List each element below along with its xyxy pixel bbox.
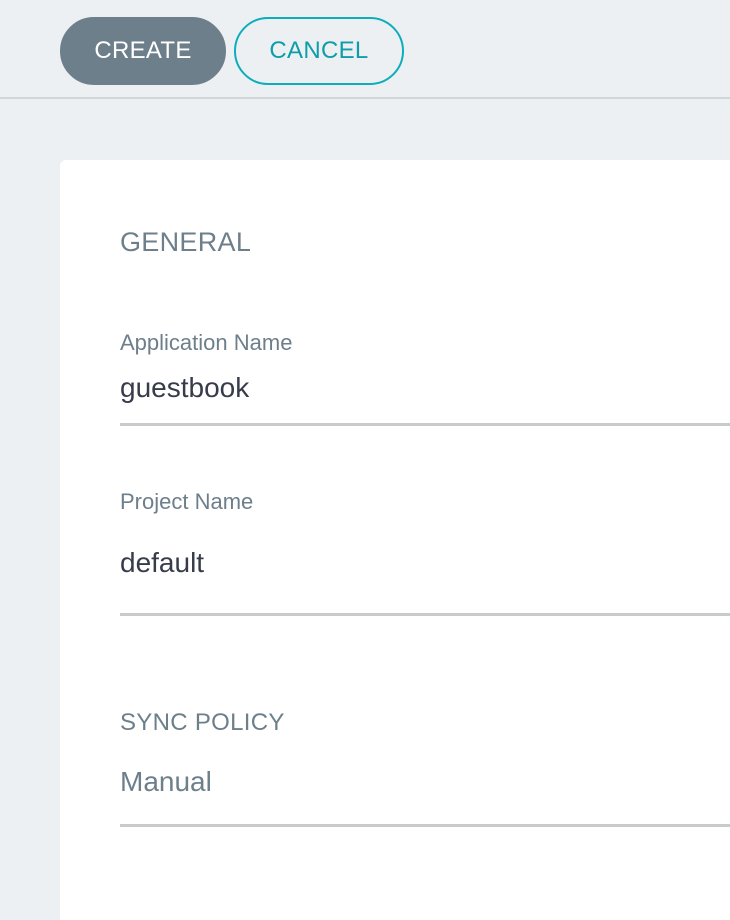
sync-policy-select[interactable]: Manual: [120, 766, 730, 802]
section-title-sync-policy: SYNC POLICY: [120, 709, 285, 736]
toolbar: CREATE CANCEL: [0, 0, 730, 99]
project-name-input[interactable]: [120, 545, 730, 581]
project-name-label: Project Name: [120, 489, 254, 514]
application-name-input[interactable]: [120, 370, 730, 406]
sync-policy-underline: [120, 824, 730, 827]
application-name-underline: [120, 423, 730, 426]
create-button[interactable]: CREATE: [60, 17, 226, 85]
section-title-general: GENERAL: [120, 227, 252, 257]
project-name-underline: [120, 613, 730, 616]
cancel-button[interactable]: CANCEL: [234, 17, 404, 85]
application-name-label: Application Name: [120, 330, 293, 355]
create-application-form: GENERAL Application Name Project Name SY…: [60, 160, 730, 920]
